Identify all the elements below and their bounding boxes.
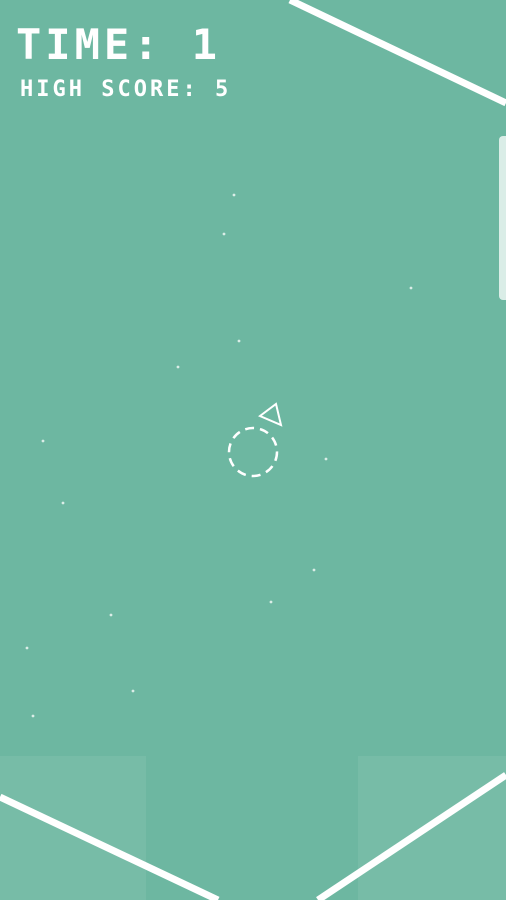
hud: TIME: 1 HIGH SCORE: 5	[16, 20, 231, 104]
star	[131, 689, 135, 693]
triangle-ship-icon	[258, 402, 283, 427]
time-display: TIME: 1	[16, 20, 222, 69]
time-value: 1	[191, 20, 222, 69]
side-tab-handle[interactable]	[499, 136, 506, 300]
time-label: TIME	[16, 20, 134, 69]
high-score-value: 5	[214, 77, 232, 102]
star	[237, 339, 241, 343]
star-field	[25, 193, 413, 718]
star	[269, 600, 273, 604]
star	[409, 286, 413, 290]
star	[31, 714, 35, 718]
high-score-display: HIGH SCORE: 5	[20, 77, 232, 102]
star	[41, 439, 45, 443]
star	[324, 457, 328, 461]
star	[232, 193, 236, 197]
arena-wall-top-right	[288, 0, 506, 107]
star	[222, 232, 226, 236]
high-score-label: HIGH SCORE	[20, 77, 183, 102]
game-field	[0, 0, 506, 900]
star	[176, 365, 180, 369]
star	[61, 501, 65, 505]
dashed-circle-icon	[227, 426, 279, 478]
arena-wall-bottom-left	[0, 793, 220, 900]
game-screen[interactable]: TIME: 1 HIGH SCORE: 5	[0, 0, 506, 900]
star	[25, 646, 29, 650]
star	[109, 613, 113, 617]
star	[312, 568, 316, 572]
arena-wall-bottom-right	[316, 772, 506, 900]
